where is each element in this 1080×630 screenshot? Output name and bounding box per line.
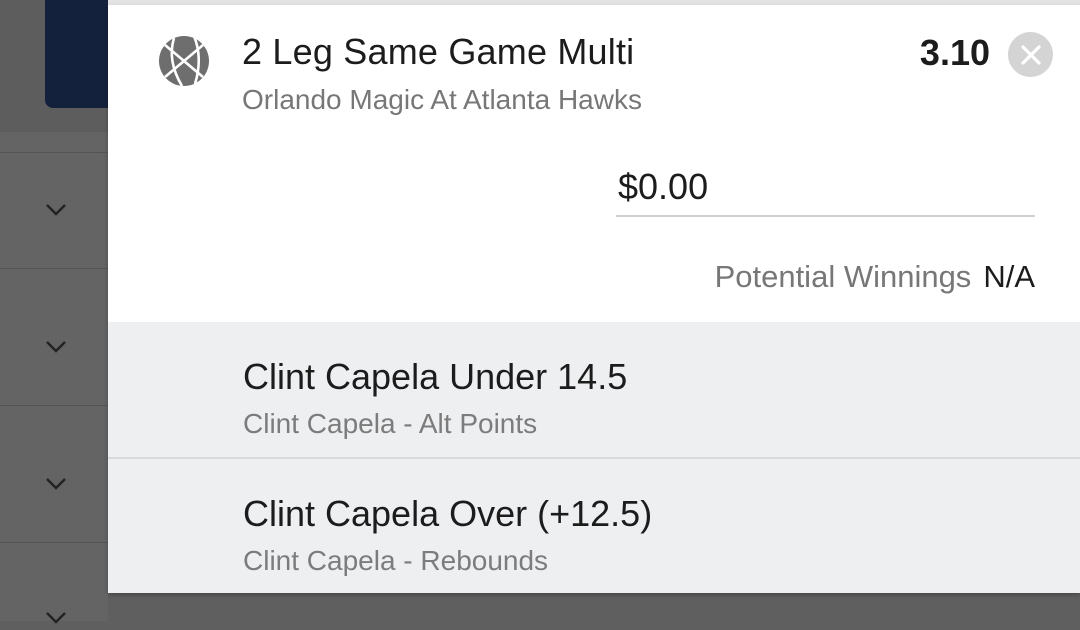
chevron-down-icon xyxy=(44,472,68,496)
list-item: Clint Capela Under 14.5 Clint Capela - A… xyxy=(108,322,1080,458)
chevron-down-icon xyxy=(44,335,68,359)
chevron-down-icon xyxy=(44,198,68,222)
leg-selection: Clint Capela Under 14.5 xyxy=(243,356,628,397)
remove-bet-button[interactable] xyxy=(1008,32,1053,77)
match-name: Orlando Magic At Atlanta Hawks xyxy=(242,84,642,115)
leg-market: Clint Capela - Rebounds xyxy=(243,545,549,576)
leg-selection: Clint Capela Over (+12.5) xyxy=(243,493,653,534)
chevron-down-icon xyxy=(44,606,68,630)
winnings-value: N/A xyxy=(983,259,1035,294)
background-divider xyxy=(0,268,108,269)
stake-input[interactable] xyxy=(616,165,1035,217)
leg-list: Clint Capela Under 14.5 Clint Capela - A… xyxy=(108,322,1080,593)
list-item: Clint Capela Over (+12.5) Clint Capela -… xyxy=(108,457,1080,595)
close-icon xyxy=(1020,44,1041,65)
winnings-label: Potential Winnings xyxy=(714,259,972,294)
bet-odds: 3.10 xyxy=(919,32,990,73)
background-divider xyxy=(0,542,108,543)
background-divider xyxy=(0,405,108,406)
bet-slip-card: 2 Leg Same Game Multi Orlando Magic At A… xyxy=(108,5,1080,593)
leg-market: Clint Capela - Alt Points xyxy=(243,408,538,439)
background-divider xyxy=(0,152,108,153)
basketball-icon xyxy=(157,34,211,88)
background-navy-button xyxy=(45,0,108,108)
bet-title: 2 Leg Same Game Multi xyxy=(242,31,635,72)
potential-winnings: Potential Winnings N/A xyxy=(715,259,1035,295)
